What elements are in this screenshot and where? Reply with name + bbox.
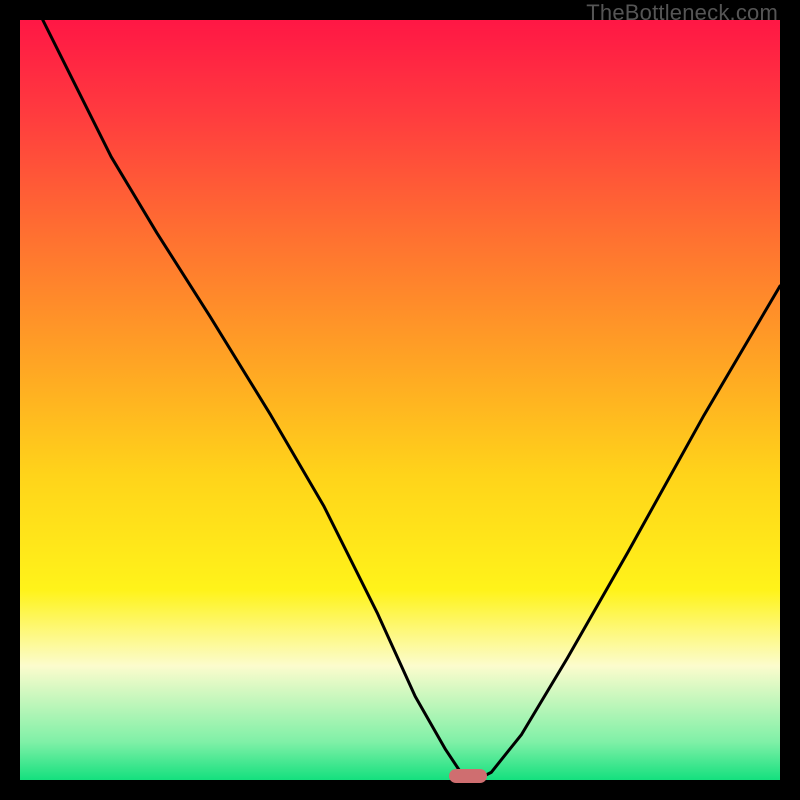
chart-frame: TheBottleneck.com bbox=[0, 0, 800, 800]
watermark-text: TheBottleneck.com bbox=[586, 0, 778, 26]
plot-area bbox=[20, 20, 780, 780]
optimal-marker bbox=[449, 769, 487, 783]
